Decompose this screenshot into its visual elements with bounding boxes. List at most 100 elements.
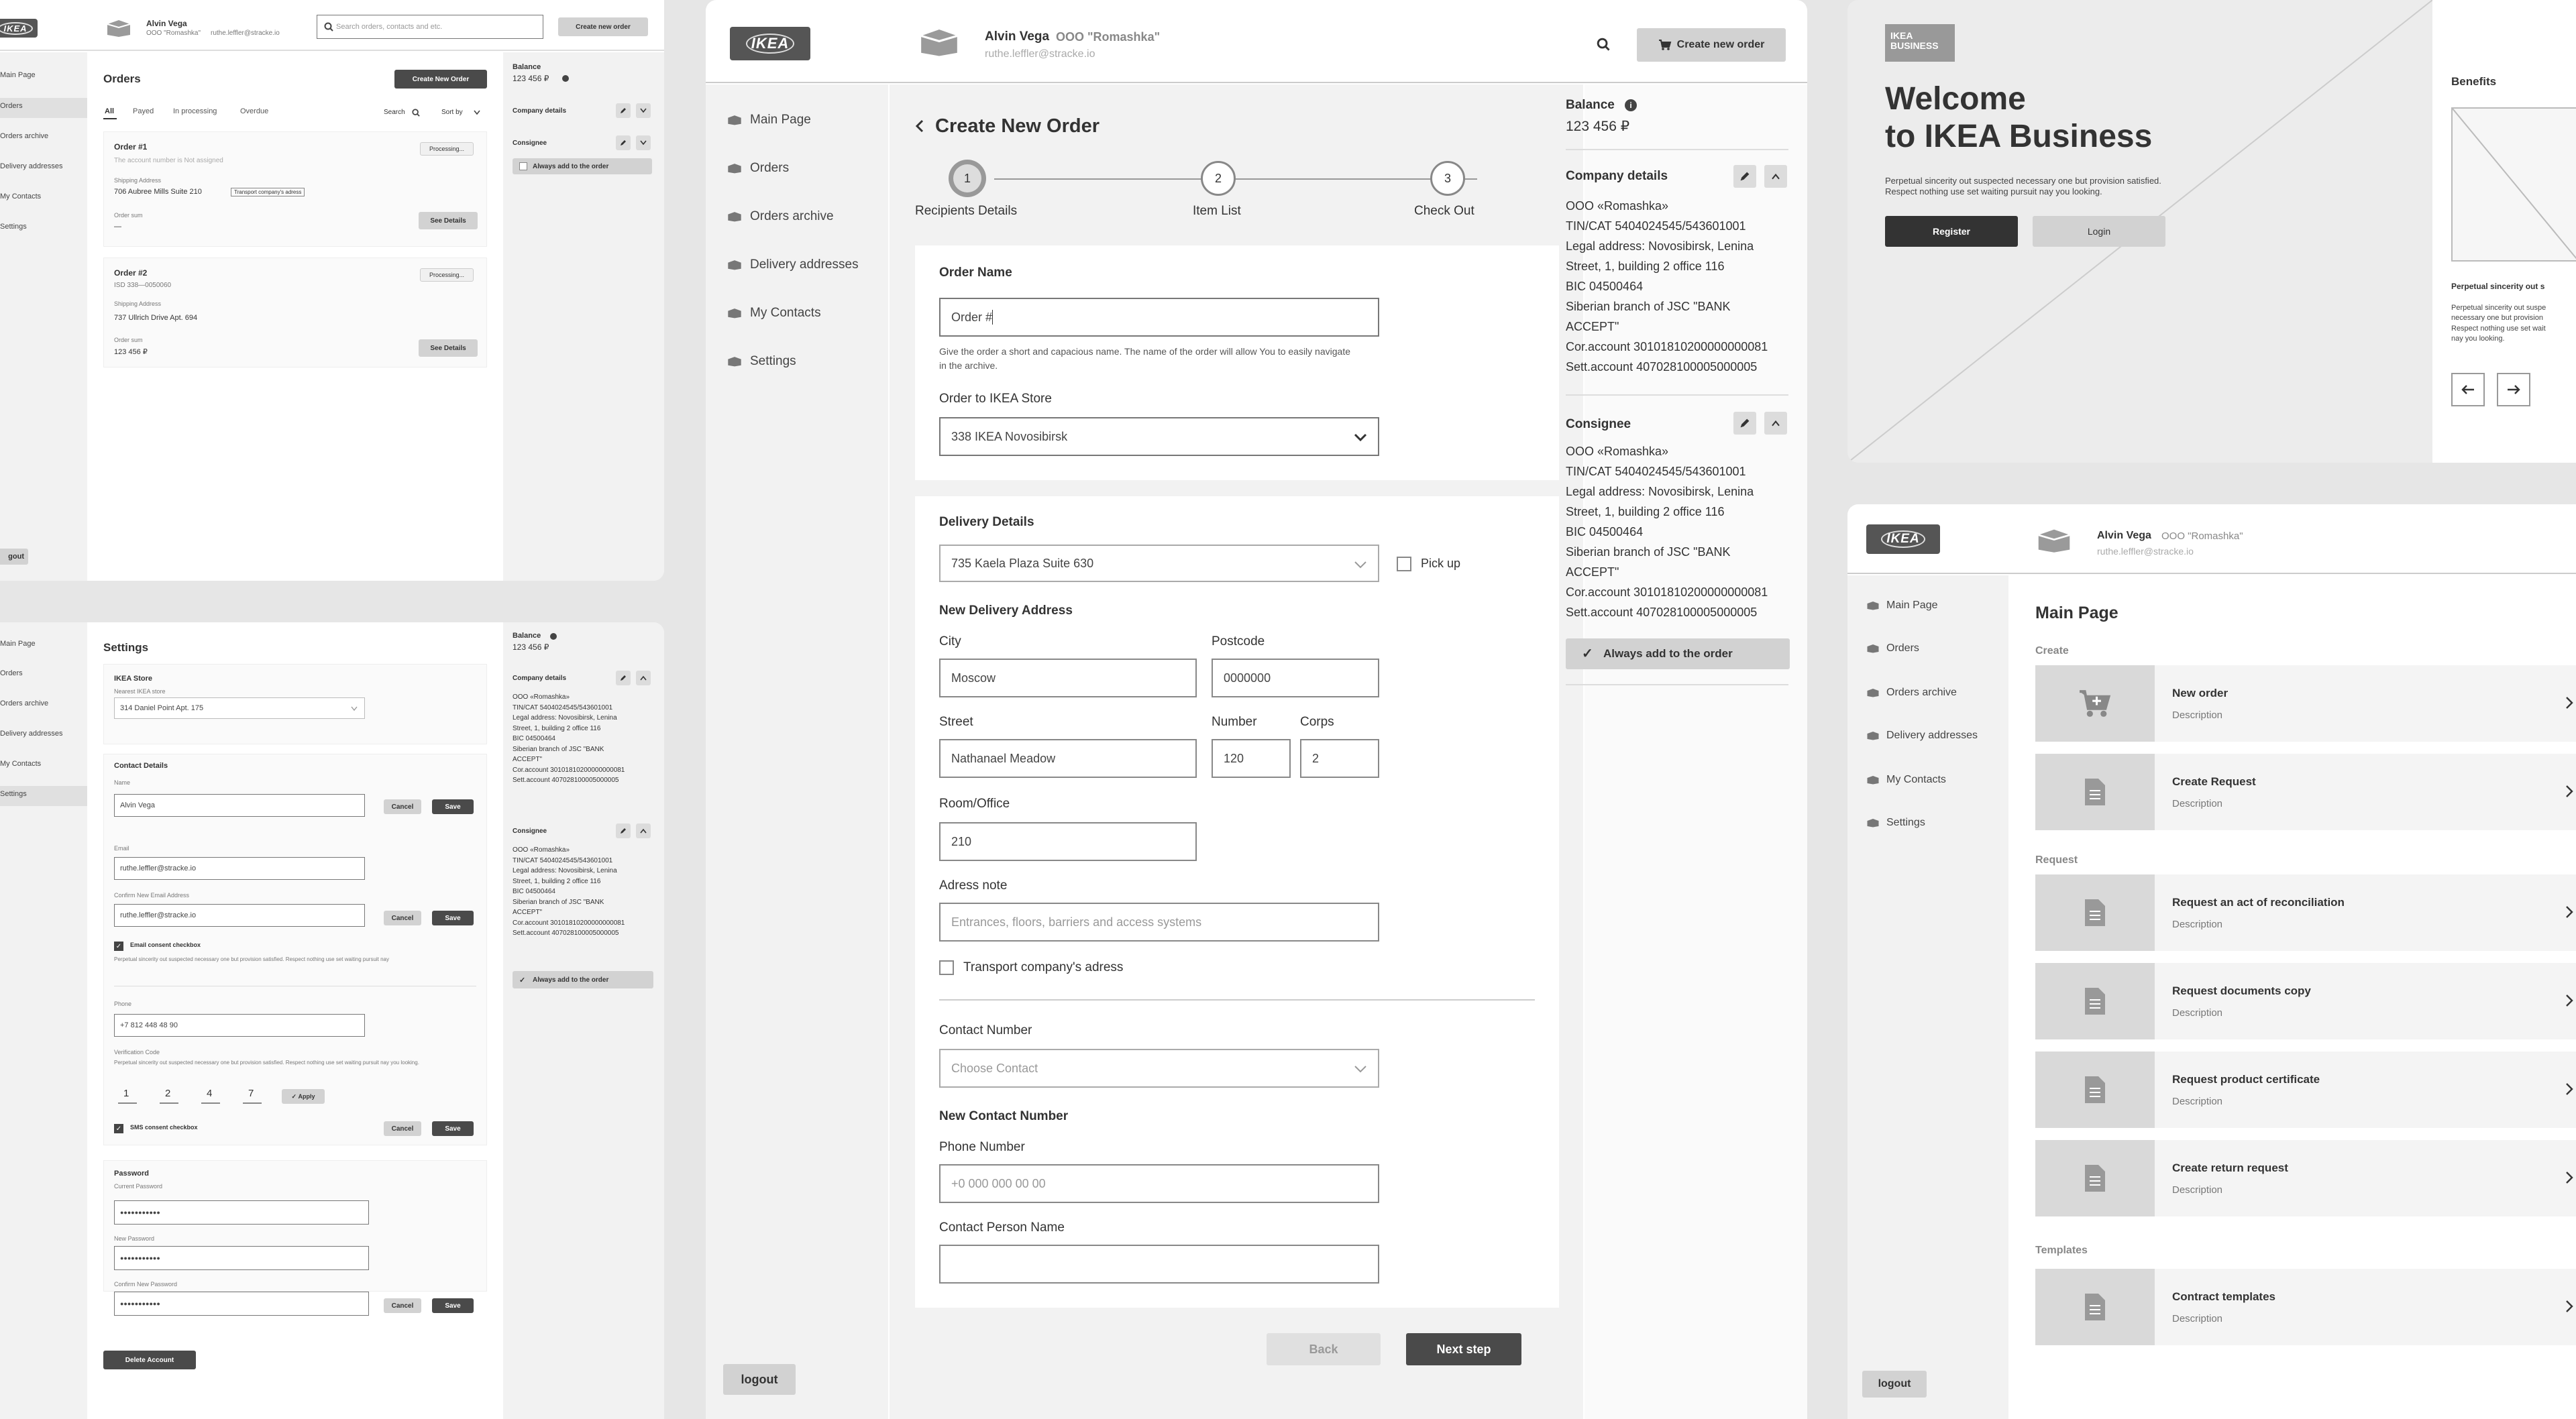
contact-person-input[interactable]	[939, 1245, 1379, 1284]
ikea-logo[interactable]: IKEA	[1866, 524, 1940, 554]
logout-button[interactable]: logout	[1862, 1371, 1927, 1398]
next-step-button[interactable]: Next step	[1406, 1333, 1521, 1365]
email-consent-checkbox[interactable]: ✓	[114, 942, 123, 951]
search-icon[interactable]	[1597, 38, 1610, 51]
logout-button[interactable]: gout	[0, 549, 28, 565]
save-button[interactable]: Save	[432, 911, 474, 925]
nav-main-page[interactable]: Main Page	[0, 71, 36, 79]
nav-settings[interactable]: Settings	[0, 223, 27, 231]
corps-input[interactable]: 2	[1300, 739, 1379, 778]
nav-main-page[interactable]: Main Page	[0, 640, 36, 648]
nav-delivery-addresses[interactable]: Delivery addresses	[727, 258, 859, 272]
contact-select[interactable]: Choose Contact	[939, 1049, 1379, 1088]
filter-overdue[interactable]: Overdue	[240, 107, 268, 115]
filter-payed[interactable]: Payed	[133, 107, 154, 115]
see-details-button[interactable]: See Details	[419, 339, 478, 357]
code-digit[interactable]: 2	[165, 1088, 170, 1099]
edit-button[interactable]	[616, 103, 631, 118]
phone-input[interactable]: +0 000 000 00 00	[939, 1164, 1379, 1203]
sms-consent-checkbox[interactable]: ✓	[114, 1124, 123, 1133]
phone-field[interactable]: +7 812 448 48 90	[114, 1014, 365, 1037]
step-circle-2[interactable]: 2	[1201, 161, 1236, 196]
action-card[interactable]: Request product certificate Description	[2035, 1052, 2576, 1128]
delete-account-button[interactable]: Delete Account	[103, 1351, 196, 1369]
see-details-button[interactable]: See Details	[419, 212, 478, 229]
action-card[interactable]: Create return request Description	[2035, 1140, 2576, 1216]
nav-my-contacts[interactable]: My Contacts	[0, 760, 41, 768]
delivery-address-select[interactable]: 735 Kaela Plaza Suite 630	[939, 545, 1379, 582]
collapse-button[interactable]	[1764, 165, 1787, 188]
nav-settings[interactable]: Settings	[0, 790, 27, 798]
street-input[interactable]: Nathanael Meadow	[939, 739, 1197, 778]
cancel-button[interactable]: Cancel	[384, 911, 421, 925]
nav-my-contacts[interactable]: My Contacts	[727, 306, 821, 321]
email-field[interactable]: ruthe.leffler@stracke.io	[114, 857, 365, 880]
register-button[interactable]: Register	[1885, 216, 2018, 247]
pickup-checkbox[interactable]	[1397, 557, 1411, 571]
nav-orders-archive[interactable]: Orders archive	[1866, 687, 1957, 699]
prev-arrow-button[interactable]	[2451, 373, 2485, 406]
always-add-checkbox[interactable]: ✓ Always add to the order	[513, 971, 653, 988]
nav-delivery-addresses[interactable]: Delivery addresses	[0, 162, 63, 170]
nav-orders[interactable]: Orders	[727, 161, 789, 176]
next-arrow-button[interactable]	[2497, 373, 2530, 406]
login-button[interactable]: Login	[2033, 216, 2165, 247]
nav-orders-archive[interactable]: Orders archive	[0, 132, 48, 140]
create-new-order-button[interactable]: Create new order	[558, 17, 648, 36]
collapse-button[interactable]	[636, 824, 651, 838]
address-note-input[interactable]: Entrances, floors, barriers and access s…	[939, 903, 1379, 942]
filter-all[interactable]: All	[105, 107, 114, 115]
code-digit[interactable]: 7	[248, 1088, 254, 1099]
nav-my-contacts[interactable]: My Contacts	[1866, 774, 1946, 786]
cancel-button[interactable]: Cancel	[384, 1121, 421, 1136]
back-button[interactable]: Back	[1267, 1333, 1381, 1365]
ikea-logo[interactable]: IKEA	[0, 19, 38, 38]
expand-button[interactable]	[636, 135, 651, 150]
always-add-checkbox[interactable]: Always add to the order	[513, 158, 652, 174]
store-select[interactable]: 338 IKEA Novosibirsk	[939, 417, 1379, 456]
save-button[interactable]: Save	[432, 1121, 474, 1136]
search-link[interactable]: Search	[384, 109, 405, 116]
back-chevron-icon[interactable]	[915, 119, 924, 133]
name-field[interactable]: Alvin Vega	[114, 794, 365, 817]
edit-button[interactable]	[616, 824, 631, 838]
nav-main-page[interactable]: Main Page	[727, 113, 811, 127]
save-button[interactable]: Save	[432, 1298, 474, 1313]
create-new-order-button[interactable]: Create New Order	[394, 70, 487, 89]
number-input[interactable]: 120	[1212, 739, 1291, 778]
action-card[interactable]: Contract templates Description	[2035, 1269, 2576, 1345]
edit-button[interactable]	[1733, 165, 1756, 188]
sort-by-dropdown[interactable]: Sort by	[441, 109, 463, 116]
action-card[interactable]: Request documents copy Description	[2035, 963, 2576, 1039]
action-card[interactable]: Create Request Description	[2035, 754, 2576, 830]
code-digit[interactable]: 4	[207, 1088, 212, 1099]
save-button[interactable]: Save	[432, 799, 474, 814]
nav-settings[interactable]: Settings	[727, 354, 796, 369]
city-input[interactable]: Moscow	[939, 659, 1197, 697]
edit-button[interactable]	[1733, 412, 1756, 435]
order-name-input[interactable]: Order #	[939, 298, 1379, 337]
expand-button[interactable]	[636, 103, 651, 118]
collapse-button[interactable]	[636, 671, 651, 685]
nav-orders-archive[interactable]: Orders archive	[727, 209, 834, 224]
transport-company-checkbox[interactable]	[939, 960, 954, 975]
confirm-email-field[interactable]: ruthe.leffler@stracke.io	[114, 904, 365, 927]
postcode-input[interactable]: 0000000	[1212, 659, 1379, 697]
nav-orders[interactable]: Orders	[0, 102, 23, 110]
room-input[interactable]: 210	[939, 822, 1197, 861]
cancel-button[interactable]: Cancel	[384, 799, 421, 814]
logout-button[interactable]: logout	[723, 1364, 796, 1395]
nav-delivery-addresses[interactable]: Delivery addresses	[1866, 730, 1978, 742]
filter-in-processing[interactable]: In processing	[173, 107, 217, 115]
new-password-field[interactable]: ●●●●●●●●●●●	[114, 1246, 369, 1270]
code-digit[interactable]: 1	[123, 1088, 129, 1099]
action-card[interactable]: New order Description	[2035, 665, 2576, 742]
store-select[interactable]: 314 Daniel Point Apt. 175	[114, 697, 365, 719]
edit-button[interactable]	[616, 135, 631, 150]
nav-my-contacts[interactable]: My Contacts	[0, 192, 41, 201]
collapse-button[interactable]	[1764, 412, 1787, 435]
edit-button[interactable]	[616, 671, 631, 685]
cancel-button[interactable]: Cancel	[384, 1298, 421, 1313]
nav-settings[interactable]: Settings	[1866, 817, 1925, 829]
apply-button[interactable]: ✓ Apply	[282, 1089, 325, 1104]
